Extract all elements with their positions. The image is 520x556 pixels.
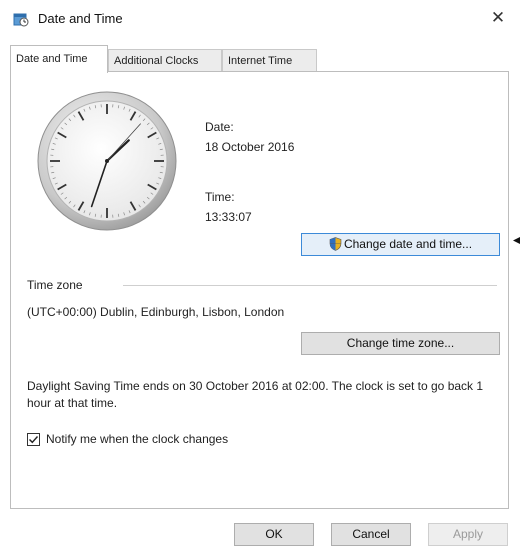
date-time-icon — [13, 13, 29, 27]
window-title: Date and Time — [38, 11, 123, 26]
change-date-time-button[interactable]: Change date and time... — [301, 233, 500, 256]
date-value: 18 October 2016 — [205, 140, 295, 154]
tab-internet-time[interactable]: Internet Time — [222, 49, 317, 71]
time-zone-value: (UTC+00:00) Dublin, Edinburgh, Lisbon, L… — [27, 305, 285, 319]
tab-additional-clocks[interactable]: Additional Clocks — [108, 49, 222, 71]
clock-center — [105, 159, 109, 163]
time-zone-divider — [123, 285, 497, 286]
notify-checkbox[interactable] — [27, 433, 40, 446]
apply-button[interactable]: Apply — [428, 523, 508, 546]
cancel-button[interactable]: Cancel — [331, 523, 411, 546]
change-time-zone-button[interactable]: Change time zone... — [301, 332, 500, 355]
close-button[interactable]: ✕ — [486, 6, 510, 30]
change-date-time-label: Change date and time... — [343, 237, 473, 251]
title-bar: Date and Time ✕ — [0, 0, 520, 36]
date-label: Date: — [205, 120, 234, 134]
pointer-arrow-icon — [513, 237, 520, 244]
dst-notice: Daylight Saving Time ends on 30 October … — [27, 379, 484, 410]
tab-panel: Date: 18 October 2016 Time: 13:33:07 Cha… — [10, 71, 509, 509]
time-value: 13:33:07 — [205, 210, 252, 224]
uac-shield-icon — [329, 237, 342, 251]
ok-button[interactable]: OK — [234, 523, 314, 546]
tab-date-and-time[interactable]: Date and Time — [10, 45, 108, 73]
time-label: Time: — [205, 190, 235, 204]
analog-clock — [37, 91, 177, 231]
notify-checkbox-label: Notify me when the clock changes — [46, 432, 229, 446]
close-icon: ✕ — [490, 8, 506, 27]
time-zone-heading: Time zone — [27, 278, 83, 292]
checkmark-icon — [29, 436, 39, 444]
